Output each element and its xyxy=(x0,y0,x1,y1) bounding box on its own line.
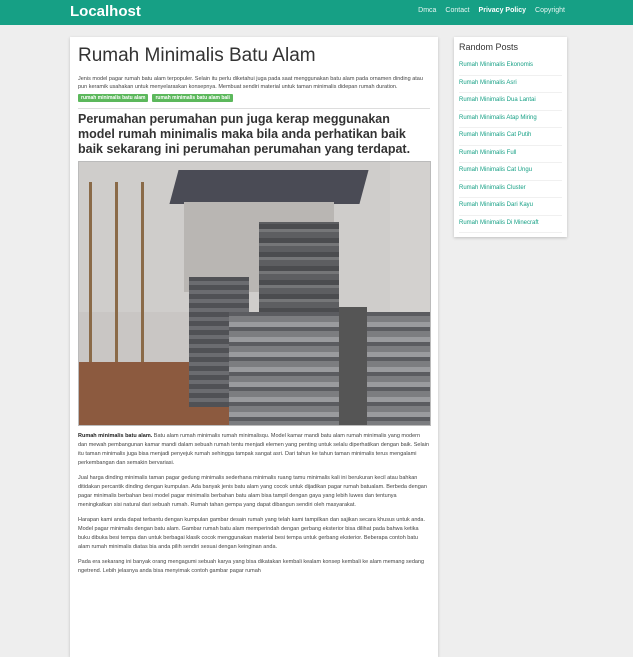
random-post-link[interactable]: Rumah Minimalis Ekonomis xyxy=(459,58,562,76)
article-paragraph: Jual harga dinding minimalis taman pagar… xyxy=(78,475,427,508)
article-paragraph: Rumah minimalis batu alam. Batu alam rum… xyxy=(78,432,430,468)
random-post-link[interactable]: Rumah Minimalis Di Minecraft xyxy=(459,216,562,233)
random-posts-widget: Random Posts Rumah Minimalis Ekonomis Ru… xyxy=(454,37,567,237)
random-post-link[interactable]: Rumah Minimalis Atap Miring xyxy=(459,111,562,128)
random-post-link[interactable]: Rumah Minimalis Dari Kayu xyxy=(459,198,562,216)
tag-list: rumah minimalis batu alam rumah minimali… xyxy=(78,94,430,102)
article-panel: Rumah Minimalis Batu Alam Jenis model pa… xyxy=(70,37,438,657)
random-post-link[interactable]: Rumah Minimalis Cluster xyxy=(459,181,562,198)
random-post-link[interactable]: Rumah Minimalis Cat Putih xyxy=(459,128,562,146)
random-post-link[interactable]: Rumah Minimalis Full xyxy=(459,146,562,163)
widget-title: Random Posts xyxy=(459,42,519,52)
random-post-link[interactable]: Rumah Minimalis Cat Ungu xyxy=(459,163,562,181)
nav-link-privacy-policy[interactable]: Privacy Policy xyxy=(479,7,526,14)
tag-link[interactable]: rumah minimalis batu alam bali xyxy=(152,94,233,102)
nav-link-dmca[interactable]: Dmca xyxy=(418,7,436,14)
divider xyxy=(78,108,430,109)
article-intro: Jenis model pagar rumah batu alam terpop… xyxy=(78,76,423,90)
article-subheading: Perumahan perumahan pun juga kerap meggu… xyxy=(78,112,411,156)
article-paragraph: Pada era sekarang ini banyak orang menga… xyxy=(78,559,425,574)
random-post-link[interactable]: Rumah Minimalis Asri xyxy=(459,76,562,93)
site-brand-link[interactable]: Localhost xyxy=(70,3,141,20)
random-post-link[interactable]: Rumah Minimalis Dua Lantai xyxy=(459,93,562,111)
paragraph-lead: Rumah minimalis batu alam. xyxy=(78,433,153,439)
article-title: Rumah Minimalis Batu Alam xyxy=(78,45,316,66)
house-photo xyxy=(78,161,431,426)
nav-link-copyright[interactable]: Copyright xyxy=(535,7,565,14)
top-navbar: Localhost Dmca Contact Privacy Policy Co… xyxy=(0,0,633,25)
nav-links: Dmca Contact Privacy Policy Copyright xyxy=(418,7,565,14)
nav-link-contact[interactable]: Contact xyxy=(445,7,469,14)
tag-link[interactable]: rumah minimalis batu alam xyxy=(78,94,149,102)
article-paragraph: Harapan kami anda dapat terbantu dengan … xyxy=(78,517,426,550)
